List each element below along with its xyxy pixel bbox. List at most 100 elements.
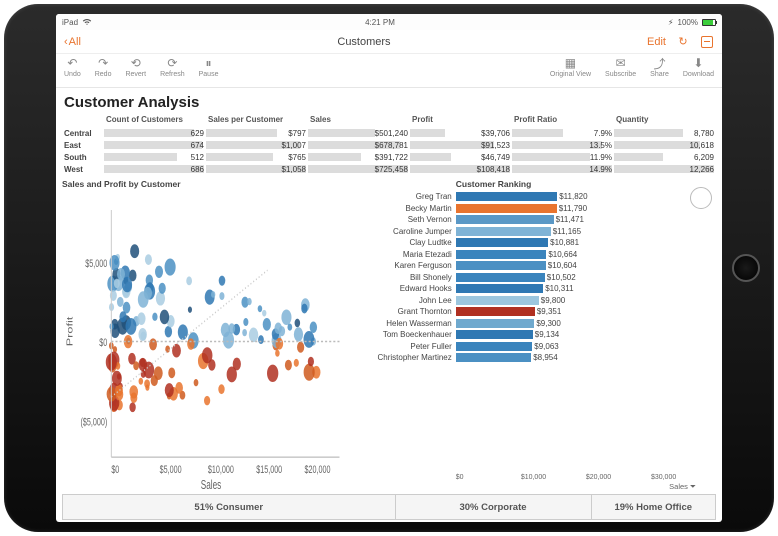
rank-row[interactable]: Caroline Jumper $11,165 xyxy=(356,226,716,238)
svg-text:$20,000: $20,000 xyxy=(305,463,331,475)
metric-header: Sales xyxy=(308,115,410,127)
metric-header: Profit xyxy=(410,115,512,127)
metric-header: Count of Customers xyxy=(104,115,206,127)
svg-text:$0: $0 xyxy=(99,337,107,349)
status-bar: iPad 4:21 PM ⚡︎ 100% xyxy=(56,14,722,30)
back-button[interactable]: ‹ All xyxy=(64,36,81,48)
toolbar-share[interactable]: ⤴︎Share xyxy=(650,56,669,87)
metric-cell[interactable]: 674 xyxy=(104,139,206,151)
rank-row[interactable]: Maria Etezadi $10,664 xyxy=(356,249,716,261)
rank-name: Greg Tran xyxy=(356,192,456,201)
metric-cell[interactable]: $39,706 xyxy=(410,127,512,139)
rank-row[interactable]: Greg Tran $11,820 xyxy=(356,191,716,203)
metric-cell[interactable]: 13.5% xyxy=(512,139,614,151)
segment[interactable]: 30% Corporate xyxy=(395,494,592,520)
metric-cell[interactable]: 686 xyxy=(104,163,206,175)
svg-text:$15,000: $15,000 xyxy=(256,463,282,475)
svg-text:($5,000): ($5,000) xyxy=(80,416,107,428)
toolbar-undo[interactable]: ↶Undo xyxy=(64,56,81,87)
region-label: South xyxy=(62,151,104,163)
metric-header: Sales per Customer xyxy=(206,115,308,127)
segment[interactable]: 51% Consumer xyxy=(62,494,396,520)
rank-name: Tom Boeckenhauer xyxy=(356,330,456,339)
segment[interactable]: 19% Home Office xyxy=(591,494,717,520)
rank-name: Christopher Martinez xyxy=(356,353,456,362)
battery-pct: 100% xyxy=(678,18,698,27)
back-label: All xyxy=(69,36,81,48)
download-icon: ⬇︎ xyxy=(693,56,703,70)
toolbar-refresh[interactable]: ⟳Refresh xyxy=(160,56,185,87)
rank-row[interactable]: Helen Wasserman $9,300 xyxy=(356,318,716,330)
svg-text:$10,000: $10,000 xyxy=(208,463,234,475)
slider-handle[interactable] xyxy=(690,187,712,209)
metrics-table: CentralEastSouthWest Count of Customers6… xyxy=(62,115,716,175)
view-box-icon[interactable] xyxy=(700,35,714,49)
metric-cell[interactable]: 14.9% xyxy=(512,163,614,175)
edit-button[interactable]: Edit xyxy=(647,36,666,48)
ipad-frame: iPad 4:21 PM ⚡︎ 100% ‹ All Customers Edi… xyxy=(4,4,774,532)
ranking-chart[interactable]: Customer Ranking Greg Tran $11,820 Becky… xyxy=(356,179,716,492)
subscribe-icon: ✉︎ xyxy=(616,56,626,70)
battery-icon xyxy=(702,19,716,26)
metric-cell[interactable]: $678,781 xyxy=(308,139,410,151)
nav-bar: ‹ All Customers Edit ↻ xyxy=(56,30,722,54)
scatter-chart[interactable]: Sales and Profit by Customer Profit $5,0… xyxy=(62,179,350,492)
charging-icon: ⚡︎ xyxy=(668,18,674,27)
metric-cell[interactable]: $46,749 xyxy=(410,151,512,163)
metric-cell[interactable]: 512 xyxy=(104,151,206,163)
device-label: iPad xyxy=(62,18,78,27)
rank-row[interactable]: Tom Boeckenhauer $9,134 xyxy=(356,329,716,341)
metric-cell[interactable]: $1,007 xyxy=(206,139,308,151)
screen: iPad 4:21 PM ⚡︎ 100% ‹ All Customers Edi… xyxy=(56,14,722,522)
toolbar: ↶Undo ↷Redo ⟲Revert ⟳Refresh ⏸Pause ▦Origina… xyxy=(56,54,722,88)
metric-cell[interactable]: 8,780 xyxy=(614,127,716,139)
page-title: Customer Analysis xyxy=(64,94,716,111)
toolbar-pause[interactable]: ⏸Pause xyxy=(199,56,219,87)
home-button[interactable] xyxy=(732,254,760,282)
rank-row[interactable]: Christopher Martinez $8,954 xyxy=(356,352,716,364)
metric-cell[interactable]: $91,523 xyxy=(410,139,512,151)
share-icon: ⤴︎ xyxy=(654,56,666,70)
metric-cell[interactable]: $391,722 xyxy=(308,151,410,163)
metric-cell[interactable]: 11.9% xyxy=(512,151,614,163)
rank-row[interactable]: Clay Ludtke $10,881 xyxy=(356,237,716,249)
rank-name: Clay Ludtke xyxy=(356,238,456,247)
toolbar-redo[interactable]: ↷Redo xyxy=(95,56,112,87)
metric-cell[interactable]: 10,618 xyxy=(614,139,716,151)
toolbar-revert[interactable]: ⟲Revert xyxy=(125,56,146,87)
metric-cell[interactable]: $501,240 xyxy=(308,127,410,139)
rank-row[interactable]: Peter Fuller $9,063 xyxy=(356,341,716,353)
refresh-icon[interactable]: ↻ xyxy=(676,35,690,49)
region-label: Central xyxy=(62,127,104,139)
rank-row[interactable]: John Lee $9,800 xyxy=(356,295,716,307)
svg-text:Sales: Sales xyxy=(201,478,222,492)
toolbar-original-view[interactable]: ▦Original View xyxy=(550,56,591,87)
toolbar-download[interactable]: ⬇︎Download xyxy=(683,56,714,87)
segment-bar: 51% Consumer30% Corporate19% Home Office xyxy=(62,494,716,520)
metric-cell[interactable]: 12,266 xyxy=(614,163,716,175)
rank-row[interactable]: Karen Ferguson $10,604 xyxy=(356,260,716,272)
toolbar-subscribe[interactable]: ✉︎Subscribe xyxy=(605,56,636,87)
y-axis-label: Profit xyxy=(65,317,74,347)
refresh-icon: ⟳ xyxy=(167,56,177,70)
rank-row[interactable]: Becky Martin $11,790 xyxy=(356,203,716,215)
metric-cell[interactable]: 7.9% xyxy=(512,127,614,139)
rank-row[interactable]: Edward Hooks $10,311 xyxy=(356,283,716,295)
metric-cell[interactable]: 629 xyxy=(104,127,206,139)
rank-name: Bill Shonely xyxy=(356,273,456,282)
rank-row[interactable]: Grant Thornton $9,351 xyxy=(356,306,716,318)
metric-cell[interactable]: $765 xyxy=(206,151,308,163)
svg-text:$5,000: $5,000 xyxy=(85,258,107,270)
metric-cell[interactable]: 6,209 xyxy=(614,151,716,163)
rank-row[interactable]: Seth Vernon $11,471 xyxy=(356,214,716,226)
metric-cell[interactable]: $1,058 xyxy=(206,163,308,175)
rank-row[interactable]: Bill Shonely $10,502 xyxy=(356,272,716,284)
metric-cell[interactable]: $108,418 xyxy=(410,163,512,175)
chevron-left-icon: ‹ xyxy=(64,36,68,48)
original-view-icon: ▦ xyxy=(565,56,576,70)
sales-filter-label[interactable]: Sales ⏷ xyxy=(356,481,716,492)
svg-text:$0: $0 xyxy=(111,463,119,475)
redo-icon: ↷ xyxy=(98,56,108,70)
metric-cell[interactable]: $797 xyxy=(206,127,308,139)
metric-cell[interactable]: $725,458 xyxy=(308,163,410,175)
